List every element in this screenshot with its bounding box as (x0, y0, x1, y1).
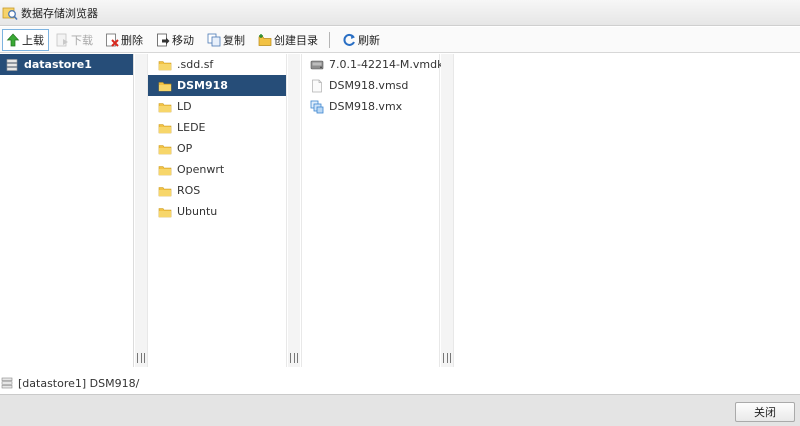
file-item[interactable]: DSM918.vmx (302, 96, 439, 117)
copy-label: 复制 (223, 33, 245, 47)
create-folder-label: 创建目录 (274, 33, 318, 47)
download-icon (56, 33, 68, 46)
dialog-footer: 关闭 (0, 394, 800, 426)
resize-handle[interactable] (441, 54, 453, 367)
folder-label: DSM918 (177, 79, 228, 92)
path-status: [datastore1] DSM918/ (0, 374, 800, 392)
datastore-icon (1, 377, 13, 389)
folder-item[interactable]: Ubuntu (148, 201, 286, 222)
folder-icon (158, 207, 172, 217)
toolbar-divider (329, 31, 330, 48)
folder-label: .sdd.sf (177, 58, 214, 71)
file-item[interactable]: 7.0.1-42214-M.vmdk (302, 54, 444, 75)
refresh-button[interactable]: 刷新 (338, 29, 385, 51)
delete-icon (106, 33, 119, 47)
download-button[interactable]: 下载 (51, 29, 98, 51)
folder-label: Ubuntu (177, 205, 218, 218)
file-item[interactable]: DSM918.vmsd (302, 75, 439, 96)
datastore-list[interactable]: datastore1 (0, 54, 134, 367)
folder-item[interactable]: OP (148, 138, 286, 159)
upload-label: 上载 (22, 33, 44, 47)
datastore-label: datastore1 (24, 58, 92, 71)
vm-config-icon (310, 100, 324, 113)
refresh-label: 刷新 (358, 33, 380, 47)
toolbar: 上载 下载 删除 移动 复制 创建目录 刷新 (0, 27, 800, 53)
delete-button[interactable]: 删除 (101, 29, 148, 51)
datastore-item[interactable]: datastore1 (0, 54, 133, 75)
upload-arrow-icon (6, 32, 20, 46)
close-button[interactable]: 关闭 (735, 402, 795, 422)
file-icon (312, 79, 322, 92)
resize-handle[interactable] (135, 54, 147, 367)
move-label: 移动 (172, 33, 194, 47)
folder-label: OP (177, 142, 193, 155)
file-label: DSM918.vmx (329, 100, 403, 113)
disk-icon (310, 60, 324, 69)
folder-list[interactable]: .sdd.sf DSM918 LD LEDE OP Openwrt ROS Ub… (147, 54, 287, 367)
current-path: [datastore1] DSM918/ (18, 376, 140, 390)
folder-icon (158, 144, 172, 154)
folder-icon (158, 123, 172, 133)
folder-item[interactable]: .sdd.sf (148, 54, 286, 75)
folder-item[interactable]: DSM918 (148, 75, 286, 96)
folder-label: ROS (177, 184, 201, 197)
datastore-icon (6, 58, 18, 71)
folder-icon (158, 60, 172, 70)
title-bar: 数据存储浏览器 (0, 0, 800, 26)
file-label: DSM918.vmsd (329, 79, 409, 92)
folder-item[interactable]: ROS (148, 180, 286, 201)
file-label: 7.0.1-42214-M.vmdk (329, 58, 444, 71)
folder-label: Openwrt (177, 163, 225, 176)
folder-label: LD (177, 100, 192, 113)
resize-handle[interactable] (288, 54, 300, 367)
move-icon (157, 33, 170, 46)
folder-icon (158, 186, 172, 196)
folder-icon (158, 165, 172, 175)
new-folder-icon (258, 33, 272, 46)
grip-icon (443, 353, 451, 363)
folder-label: LEDE (177, 121, 206, 134)
move-button[interactable]: 移动 (152, 29, 199, 51)
download-label: 下载 (71, 33, 93, 47)
datastore-browser-icon (2, 7, 18, 20)
refresh-icon (343, 33, 355, 46)
copy-icon (207, 33, 221, 46)
folder-item[interactable]: Openwrt (148, 159, 286, 180)
folder-item[interactable]: LEDE (148, 117, 286, 138)
detail-pane (453, 54, 800, 367)
file-list[interactable]: 7.0.1-42214-M.vmdk DSM918.vmsd DSM918.vm… (301, 54, 444, 367)
grip-icon (290, 353, 298, 363)
create-folder-button[interactable]: 创建目录 (254, 29, 323, 51)
window-title: 数据存储浏览器 (21, 6, 98, 20)
delete-label: 删除 (121, 33, 143, 47)
grip-icon (137, 353, 145, 363)
copy-button[interactable]: 复制 (203, 29, 250, 51)
folder-icon (158, 81, 172, 91)
folder-icon (158, 102, 172, 112)
folder-item[interactable]: LD (148, 96, 286, 117)
upload-button[interactable]: 上载 (2, 28, 49, 51)
